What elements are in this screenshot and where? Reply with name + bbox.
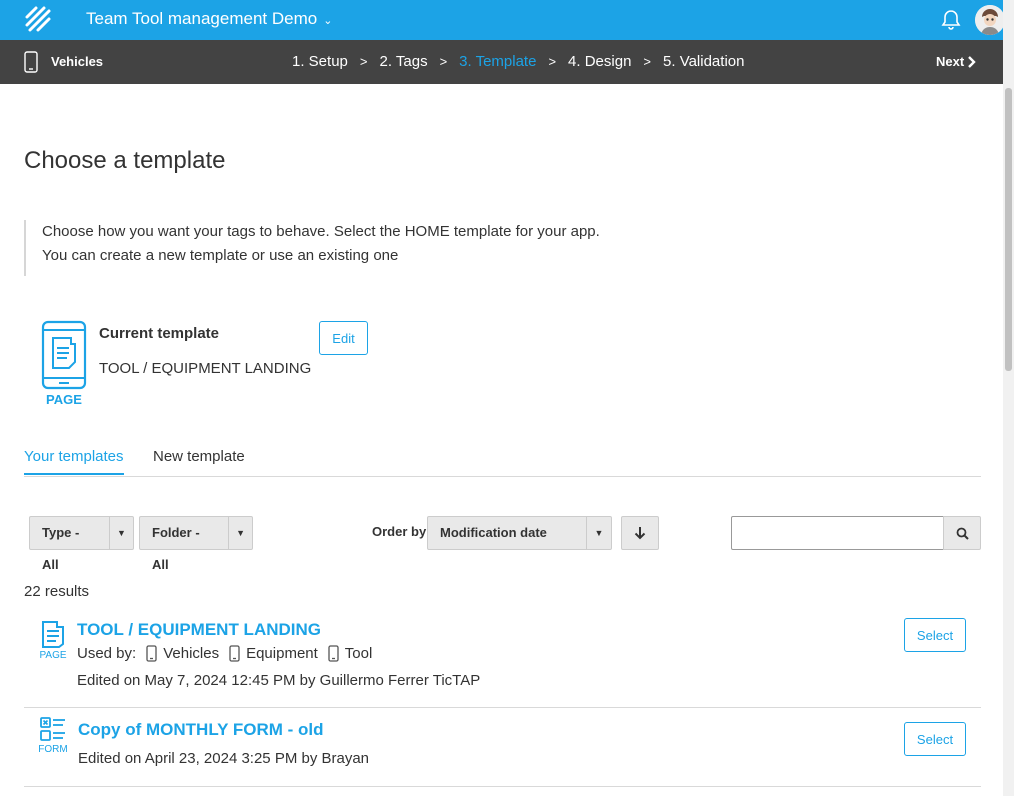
step-separator: > [439, 54, 448, 69]
phone-icon [24, 51, 38, 73]
step-separator: > [359, 54, 368, 69]
order-by-label: Order by [372, 524, 427, 539]
template-type-badge: FORM [38, 716, 68, 755]
caret-down-icon: ▼ [586, 517, 611, 549]
type-filter-value: Type - All [42, 525, 80, 572]
app-context-label: Vehicles [51, 54, 104, 69]
step-setup[interactable]: 1. Setup [292, 53, 348, 70]
step-template[interactable]: 3. Template [459, 53, 536, 70]
next-label: Next [936, 54, 965, 69]
phone-icon [229, 645, 240, 662]
results-count: 22 results [24, 583, 90, 600]
used-by-item: Tool [328, 645, 373, 662]
current-template-name: TOOL / EQUIPMENT LANDING [99, 360, 312, 377]
used-by-label: Used by: [77, 645, 137, 662]
template-title-link[interactable]: TOOL / EQUIPMENT LANDING [77, 620, 321, 640]
template-tabs: Your templates New template [24, 445, 981, 477]
caret-down-icon: ▼ [108, 517, 133, 549]
caret-down-icon: ▼ [228, 517, 252, 549]
folder-filter-dropdown[interactable]: Folder - All ▼ [139, 516, 253, 572]
wizard-steps: 1. Setup > 2. Tags > 3. Template > 4. De… [292, 53, 744, 70]
page-template-icon [41, 320, 87, 390]
step-separator: > [548, 54, 557, 69]
phone-icon [328, 645, 339, 662]
avatar-icon [975, 5, 1005, 35]
step-tags[interactable]: 2. Tags [379, 53, 427, 70]
template-type-label: PAGE [46, 392, 82, 407]
tictap-logo-icon[interactable] [24, 5, 52, 33]
wizard-step-bar: Vehicles 1. Setup > 2. Tags > 3. Templat… [0, 40, 1003, 84]
template-type-label: PAGE [39, 650, 67, 661]
user-avatar[interactable] [975, 5, 1005, 35]
step-design[interactable]: 4. Design [568, 53, 631, 70]
page-template-icon [42, 621, 64, 648]
current-template-type: PAGE [40, 320, 88, 407]
next-button[interactable]: Next [936, 54, 976, 69]
used-by-name: Equipment [246, 645, 318, 662]
chevron-right-icon [968, 55, 976, 68]
intro-line-1: Choose how you want your tags to behave.… [42, 223, 600, 240]
template-type-badge: PAGE [38, 620, 68, 661]
type-filter-dropdown[interactable]: Type - All ▼ [29, 516, 134, 572]
current-template-heading: Current template [99, 325, 220, 342]
intro-callout: Choose how you want your tags to behave.… [24, 220, 600, 276]
app-title: Team Tool management Demo [86, 9, 318, 28]
step-separator: > [643, 54, 652, 69]
search-input[interactable] [731, 516, 944, 550]
search-icon [956, 527, 969, 540]
used-by-item: Equipment [229, 645, 318, 662]
arrow-down-icon [634, 527, 646, 540]
order-by-value: Modification date [440, 525, 547, 540]
template-title-link[interactable]: Copy of MONTHLY FORM - old [78, 720, 324, 740]
used-by-item: Vehicles [146, 645, 219, 662]
chevron-down-icon: ⌄ [323, 15, 333, 27]
step-validation[interactable]: 5. Validation [663, 53, 744, 70]
app-switcher[interactable]: Team Tool management Demo ⌄ [86, 9, 332, 29]
template-row: FORM Copy of MONTHLY FORM - old Edited o… [24, 708, 981, 787]
tab-your-templates[interactable]: Your templates [24, 448, 124, 475]
scrollbar-thumb[interactable] [1005, 88, 1012, 371]
edited-info: Edited on May 7, 2024 12:45 PM by Guille… [77, 672, 481, 689]
edit-template-button[interactable]: Edit [319, 321, 368, 355]
bell-icon[interactable] [939, 8, 963, 32]
template-row: PAGE TOOL / EQUIPMENT LANDING Used by: V… [24, 612, 981, 708]
form-template-icon [40, 717, 65, 741]
select-template-button[interactable]: Select [904, 722, 966, 756]
used-by-list: Used by: Vehicles Equipment Tool [77, 645, 382, 662]
top-bar: Team Tool management Demo ⌄ [0, 0, 1005, 40]
edited-info: Edited on April 23, 2024 3:25 PM by Bray… [78, 750, 370, 767]
order-by-dropdown[interactable]: Modification date ▼ [427, 516, 612, 550]
intro-line-2: You can create a new template or use an … [42, 247, 399, 264]
used-by-name: Vehicles [163, 645, 220, 662]
search-button[interactable] [943, 516, 981, 550]
phone-icon [146, 645, 157, 662]
tab-new-template[interactable]: New template [153, 448, 245, 473]
sort-direction-button[interactable] [621, 516, 659, 550]
folder-filter-value: Folder - All [152, 525, 200, 572]
select-template-button[interactable]: Select [904, 618, 966, 652]
template-type-label: FORM [38, 744, 68, 755]
used-by-name: Tool [344, 645, 373, 662]
page-title: Choose a template [24, 147, 226, 174]
